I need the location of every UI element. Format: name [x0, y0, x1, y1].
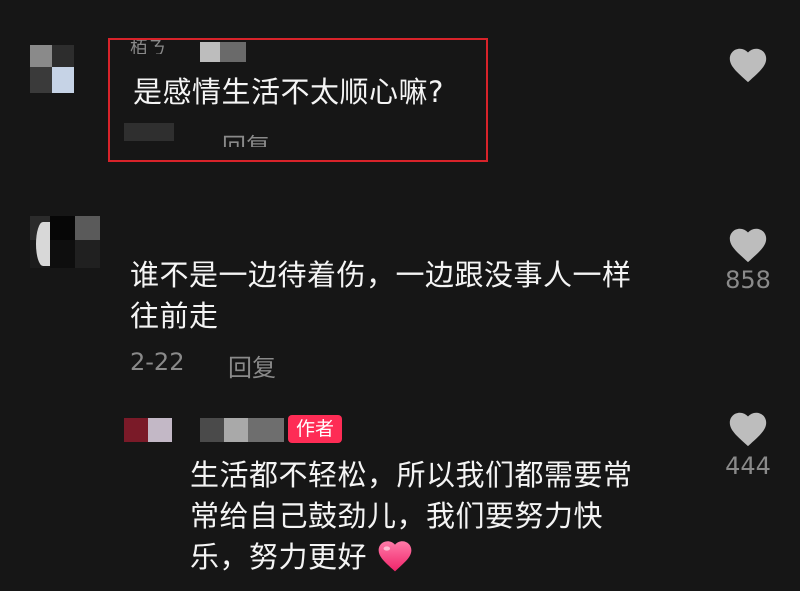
- like-button[interactable]: [726, 44, 770, 84]
- heart-icon: [726, 44, 770, 84]
- reply-text-line-2: 常给自己鼓劲儿，我们要努力快: [190, 499, 604, 533]
- heart-icon: [726, 408, 770, 448]
- reply-button[interactable]: 回复: [228, 348, 276, 383]
- highlight-box: [108, 38, 488, 162]
- heart-emoji-icon: [375, 537, 415, 577]
- like-button[interactable]: [726, 408, 770, 448]
- reply-text-line-3-wrap: 乐，努力更好: [190, 537, 415, 577]
- comment-text-line-1: 谁不是一边待着伤，一边跟没事人一样: [130, 258, 632, 292]
- like-count: 444: [725, 452, 771, 480]
- comment-date: 2-22: [130, 348, 185, 376]
- like-button[interactable]: [726, 224, 770, 264]
- reply-text-line-3: 乐，努力更好: [190, 540, 368, 574]
- comment-text-line-2: 往前走: [130, 299, 219, 333]
- author-badge: 作者: [288, 415, 343, 443]
- heart-icon: [726, 224, 770, 264]
- like-count: 858: [725, 266, 771, 294]
- reply-text-line-1: 生活都不轻松，所以我们都需要常: [190, 458, 633, 492]
